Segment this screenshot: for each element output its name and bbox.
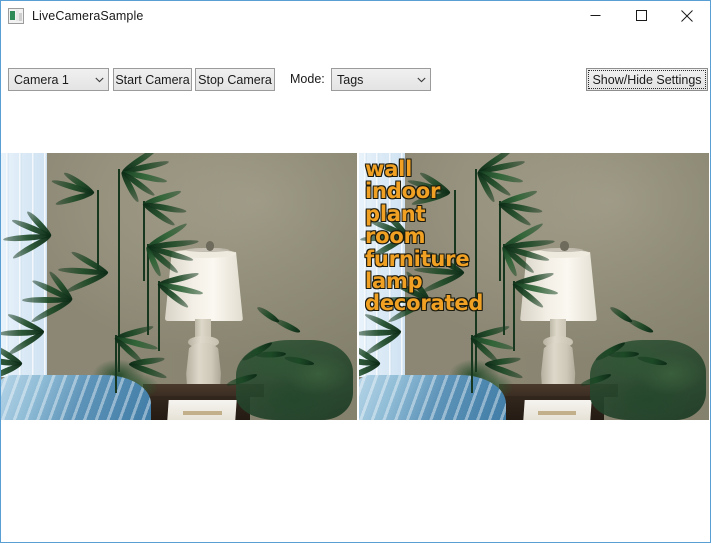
show-hide-settings-button[interactable]: Show/Hide Settings <box>586 68 708 91</box>
mode-select[interactable]: Tags <box>331 68 431 91</box>
chevron-down-icon <box>91 69 108 90</box>
camera-select[interactable]: Camera 1 <box>8 68 109 91</box>
mode-select-value: Tags <box>337 72 364 87</box>
window-title: LiveCameraSample <box>32 8 144 23</box>
chevron-down-icon <box>413 69 430 90</box>
camera-frame-raw[interactable] <box>1 153 357 420</box>
title-bar: LiveCameraSample <box>1 1 710 30</box>
mode-label: Mode: <box>290 72 325 86</box>
camera-app-icon <box>8 7 24 24</box>
close-icon[interactable] <box>664 1 710 30</box>
live-camera-sample-window: LiveCameraSample Camera 1 Start Camera S… <box>0 0 711 543</box>
room-scene-tagged <box>359 153 709 420</box>
caption-button-group <box>572 1 710 30</box>
maximize-icon[interactable] <box>618 1 664 30</box>
minimize-icon[interactable] <box>572 1 618 30</box>
toolbar: Camera 1 Start Camera Stop Camera Mode: … <box>1 31 710 91</box>
camera-preview-area: wall indoor plant room furniture lamp decorate… <box>1 153 710 420</box>
stop-camera-button[interactable]: Stop Camera <box>195 68 275 91</box>
camera-frame-tagged[interactable]: wall indoor plant room furniture lamp decorate… <box>359 153 709 420</box>
start-camera-button[interactable]: Start Camera <box>113 68 192 91</box>
room-scene-raw <box>1 153 357 420</box>
show-hide-settings-label: Show/Hide Settings <box>592 72 702 87</box>
camera-select-value: Camera 1 <box>14 72 69 87</box>
